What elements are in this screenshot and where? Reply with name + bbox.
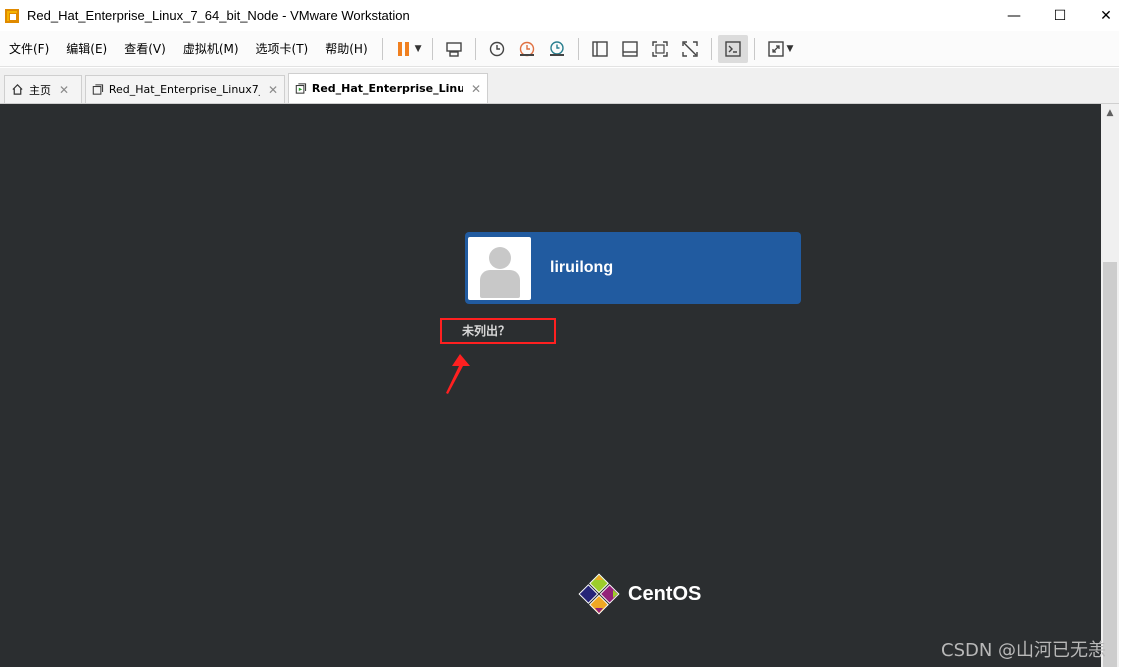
avatar (468, 236, 531, 300)
unity-button[interactable] (675, 35, 705, 63)
vm-icon (92, 84, 104, 95)
minimize-button[interactable]: — (991, 0, 1037, 31)
home-icon (12, 84, 23, 95)
username-label: liruilong (550, 259, 614, 276)
vm-running-icon (295, 83, 307, 94)
user-list-item[interactable]: liruilong (465, 232, 801, 304)
tab-vm-rhel7[interactable]: Red_Hat_Enterprise_Linux7_... ✕ (85, 75, 285, 103)
tab-close-icon[interactable]: ✕ (59, 83, 69, 97)
tab-strip: 主页 ✕ Red_Hat_Enterprise_Linux7_... ✕ Red… (0, 68, 1129, 104)
menu-help[interactable]: 帮助(H) (316, 40, 375, 57)
scroll-thumb[interactable] (1103, 262, 1117, 667)
snapshot-manager-button[interactable] (542, 35, 572, 63)
vm-display[interactable]: liruilong 未列出？ CentOS (0, 104, 1101, 667)
pause-icon (397, 41, 409, 56)
toolbar-separator (577, 37, 579, 60)
tab-close-icon[interactable]: ✕ (268, 83, 278, 97)
single-view-button[interactable] (615, 35, 645, 63)
scroll-up-arrow-icon[interactable]: ▲ (1101, 104, 1119, 121)
chevron-down-icon[interactable]: ▼ (787, 44, 794, 54)
single-view-icon (621, 40, 638, 57)
toolbar-separator (710, 37, 712, 60)
menu-toolbar: 文件(F) 编辑(E) 查看(V) 虚拟机(M) 选项卡(T) 帮助(H) ▼ … (0, 31, 1129, 67)
vmware-app-icon (5, 8, 19, 23)
console-view-button[interactable] (717, 34, 748, 63)
menu-vm[interactable]: 虚拟机(M) (174, 40, 247, 57)
unity-icon (681, 40, 698, 57)
centos-logo: CentOS (577, 572, 701, 616)
toolbar-separator (474, 37, 476, 60)
snapshot-take-icon (489, 41, 504, 56)
annotation-arrow-icon (446, 354, 470, 394)
library-view-icon (591, 40, 608, 57)
fullscreen-icon (651, 40, 668, 57)
centos-wordmark: CentOS (628, 582, 702, 605)
tab-label: Red_Hat_Enterprise_Linux7_... (108, 83, 260, 96)
menu-view[interactable]: 查看(V) (115, 40, 174, 57)
tab-vm-rhel7-node[interactable]: Red_Hat_Enterprise_Linu... ✕ (288, 73, 488, 103)
window-controls: — ☐ ✕ (991, 0, 1129, 31)
menu-file[interactable]: 文件(F) (0, 40, 57, 57)
snapshot-manager-icon (549, 40, 564, 56)
toolbar-separator (431, 37, 433, 60)
menu-edit[interactable]: 编辑(E) (57, 40, 115, 57)
send-ctrl-alt-del-icon (445, 41, 462, 57)
send-ctrl-alt-del-button[interactable] (439, 35, 469, 63)
library-view-button[interactable] (585, 35, 615, 63)
vertical-scrollbar[interactable]: ▲ (1101, 104, 1119, 667)
toolbar-separator (381, 37, 383, 60)
tab-close-icon[interactable]: ✕ (471, 82, 481, 96)
console-view-icon (724, 40, 741, 57)
snapshot-take-button[interactable] (482, 35, 512, 63)
window-title: Red_Hat_Enterprise_Linux_7_64_bit_Node -… (27, 8, 410, 23)
snapshot-revert-icon (519, 41, 534, 56)
tab-label: 主页 (29, 83, 51, 97)
csdn-watermark: CSDN @山河已无恙 (941, 640, 1107, 661)
centos-logo-icon (578, 573, 620, 615)
maximize-button[interactable]: ☐ (1037, 0, 1083, 31)
title-bar: Red_Hat_Enterprise_Linux_7_64_bit_Node -… (0, 0, 1129, 31)
user-avatar-icon (489, 246, 511, 269)
chevron-down-icon[interactable]: ▼ (415, 44, 422, 54)
tab-home[interactable]: 主页 ✕ (4, 75, 82, 103)
menu-tabs[interactable]: 选项卡(T) (247, 40, 317, 57)
toolbar-separator (753, 37, 755, 60)
not-listed-link[interactable]: 未列出？ (462, 322, 510, 339)
fullscreen-button[interactable] (645, 35, 675, 63)
right-edge-strip (1119, 0, 1129, 667)
snapshot-revert-button[interactable] (512, 35, 542, 63)
stretch-icon (767, 40, 784, 57)
tab-label: Red_Hat_Enterprise_Linu... (311, 82, 463, 95)
